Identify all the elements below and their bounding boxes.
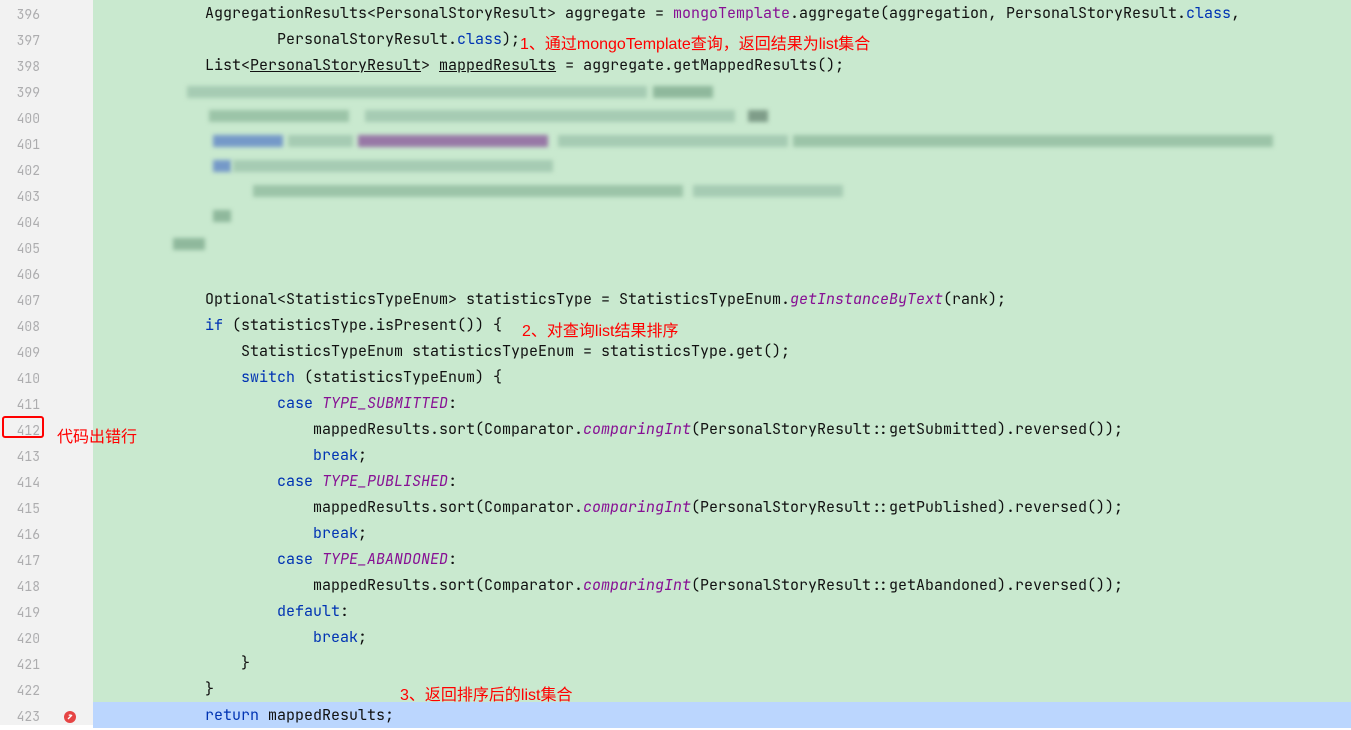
line-number: 404 [0,210,48,236]
line-number: 409 [0,340,48,366]
code-line[interactable]: if (statisticsType.isPresent()) { [93,312,1351,338]
code-line[interactable]: case TYPE_SUBMITTED: [93,390,1351,416]
line-number: 396 [0,2,48,28]
line-number: 400 [0,106,48,132]
code-line[interactable] [93,260,1351,286]
line-number: 420 [0,626,48,652]
marker-gutter [48,0,93,725]
code-line[interactable]: return mappedResults; [93,702,1351,728]
line-number: 414 [0,470,48,496]
code-line[interactable]: break; [93,442,1351,468]
code-line[interactable]: StatisticsTypeEnum statisticsTypeEnum = … [93,338,1351,364]
line-number: 402 [0,158,48,184]
code-line[interactable]: Optional<StatisticsTypeEnum> statisticsT… [93,286,1351,312]
line-number: 416 [0,522,48,548]
line-number: 419 [0,600,48,626]
error-marker-icon [63,709,77,723]
code-line[interactable]: AggregationResults<PersonalStoryResult> … [93,0,1351,26]
code-line[interactable]: List<PersonalStoryResult> mappedResults … [93,52,1351,78]
line-number: 417 [0,548,48,574]
code-line[interactable]: } [93,676,1351,702]
line-number: 398 [0,54,48,80]
line-number: 407 [0,288,48,314]
line-number: 412 [0,418,48,444]
code-line[interactable]: case TYPE_ABANDONED: [93,546,1351,572]
line-number: 399 [0,80,48,106]
code-line[interactable]: PersonalStoryResult.class); [93,26,1351,52]
line-number: 411 [0,392,48,418]
line-number-gutter: 3963973983994004014024034044054064074084… [0,0,48,725]
line-number: 423 [0,704,48,730]
line-number: 406 [0,262,48,288]
code-editor[interactable]: 3963973983994004014024034044054064074084… [0,0,1351,725]
code-line[interactable]: mappedResults.sort(Comparator.comparingI… [93,494,1351,520]
code-line[interactable]: switch (statisticsTypeEnum) { [93,364,1351,390]
line-number: 422 [0,678,48,704]
line-number: 410 [0,366,48,392]
line-number: 403 [0,184,48,210]
line-number: 418 [0,574,48,600]
line-number: 408 [0,314,48,340]
line-number: 401 [0,132,48,158]
code-line[interactable]: break; [93,520,1351,546]
line-number: 415 [0,496,48,522]
code-line[interactable]: case TYPE_PUBLISHED: [93,468,1351,494]
line-number: 413 [0,444,48,470]
code-line[interactable]: default: [93,598,1351,624]
code-line[interactable]: mappedResults.sort(Comparator.comparingI… [93,416,1351,442]
line-number: 405 [0,236,48,262]
code-line[interactable]: mappedResults.sort(Comparator.comparingI… [93,572,1351,598]
code-line[interactable]: break; [93,624,1351,650]
code-area[interactable]: AggregationResults<PersonalStoryResult> … [93,0,1351,725]
code-line[interactable]: } [93,650,1351,676]
line-number: 397 [0,28,48,54]
line-number: 421 [0,652,48,678]
